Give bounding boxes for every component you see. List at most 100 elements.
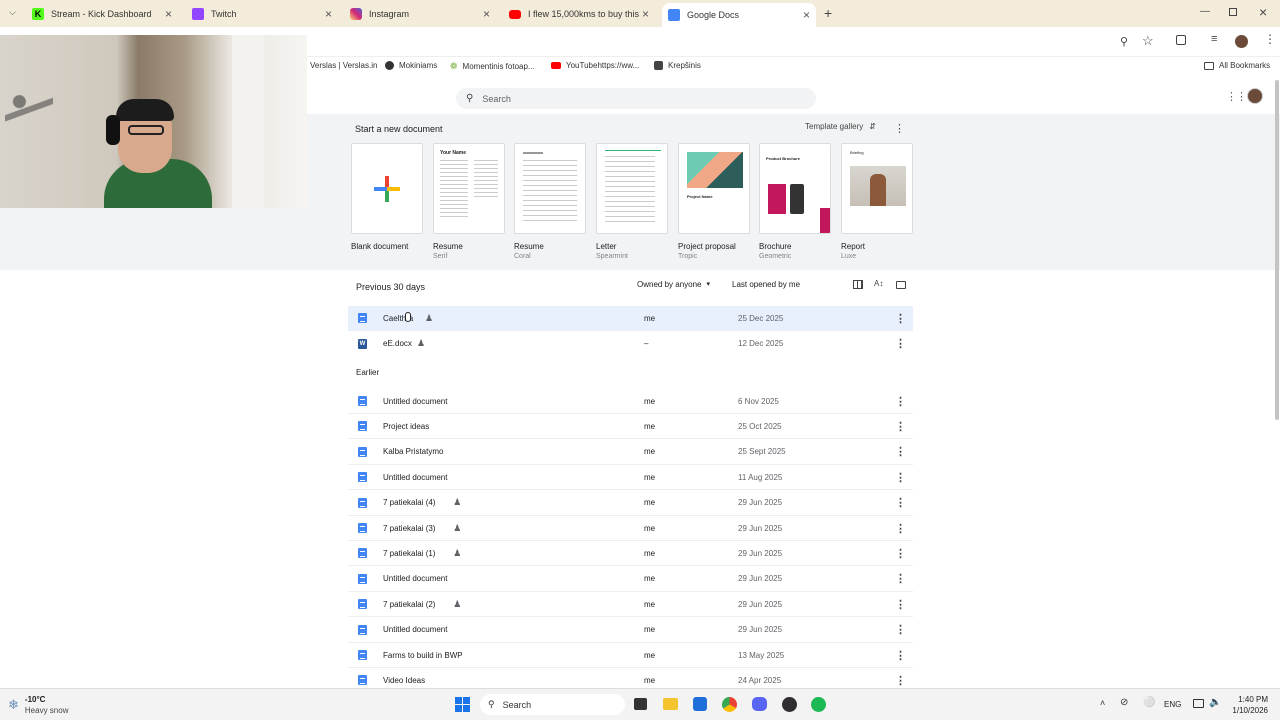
template-more-icon[interactable]: ⋮ <box>894 122 905 135</box>
bookmark-mokiniams[interactable]: Mokiniams <box>385 61 437 70</box>
file-explorer-icon[interactable] <box>663 698 678 710</box>
more-options-icon[interactable]: ⋮ <box>895 547 906 560</box>
document-row[interactable]: 7 patiekalai (2) ♟ me 29 Jun 2025 ⋮ <box>348 592 913 618</box>
bookmark-youtube[interactable]: YouTubehttps://ww... <box>551 61 639 70</box>
document-row[interactable]: Project ideas me 25 Oct 2025 ⋮ <box>348 414 913 440</box>
google-doc-icon <box>358 599 367 610</box>
weather-widget[interactable]: ❄ -10°C Heavy snow <box>8 694 68 716</box>
more-options-icon[interactable]: ⋮ <box>895 522 906 535</box>
close-tab-icon[interactable]: × <box>642 7 649 21</box>
more-options-icon[interactable]: ⋮ <box>895 572 906 585</box>
chrome-icon[interactable] <box>722 697 737 712</box>
more-options-icon[interactable]: ⋮ <box>895 598 906 611</box>
template-project-proposal[interactable]: Project Name Project proposal Tropic <box>678 143 750 260</box>
document-row[interactable]: Untitled document me 6 Nov 2025 ⋮ <box>348 389 913 414</box>
youtube-icon <box>509 9 521 19</box>
taskbar-search[interactable]: ⚲ Search <box>480 694 625 715</box>
spotify-icon[interactable] <box>811 697 826 712</box>
template-thumbnail[interactable]: Project Name <box>678 143 750 234</box>
grid-view-icon[interactable] <box>853 280 863 289</box>
document-row[interactable]: 7 patiekalai (1) ♟ me 29 Jun 2025 ⋮ <box>348 541 913 567</box>
document-row[interactable]: Untitled document me 11 Aug 2025 ⋮ <box>348 465 913 491</box>
template-gallery-button[interactable]: Template gallery ⇵ <box>805 122 876 131</box>
sort-az-icon[interactable]: A↕ <box>874 279 883 288</box>
sort-by-label[interactable]: Last opened by me <box>732 280 800 289</box>
profile-avatar[interactable] <box>1235 35 1248 48</box>
template-resume-serif[interactable]: Your Name Resume Serif <box>433 143 505 260</box>
document-row[interactable]: Kalba Pristatymo me 25 Sept 2025 ⋮ <box>348 440 913 465</box>
document-row[interactable]: Caelthra ♟ me 25 Dec 2025 ⋮ <box>348 306 913 331</box>
bookmark-verslas[interactable]: Verslas | Verslas.in <box>310 61 377 70</box>
more-options-icon[interactable]: ⋮ <box>895 420 906 433</box>
more-options-icon[interactable]: ⋮ <box>895 445 906 458</box>
document-row[interactable]: 7 patiekalai (3) ♟ me 29 Jun 2025 ⋮ <box>348 516 913 541</box>
more-options-icon[interactable]: ⋮ <box>895 337 906 350</box>
template-thumbnail[interactable]: Product Brochure <box>759 143 831 234</box>
google-doc-icon <box>358 523 367 533</box>
language-indicator[interactable]: ENG <box>1164 700 1181 709</box>
microphone-icon[interactable]: ⚪ <box>1143 697 1155 708</box>
more-options-icon[interactable]: ⋮ <box>895 623 906 636</box>
document-row[interactable]: W eE.docx ♟ – 12 Dec 2025 ⋮ <box>348 331 913 356</box>
tab-kick[interactable]: K Stream - Kick Dashboard × <box>28 4 178 24</box>
all-bookmarks[interactable]: All Bookmarks <box>1204 61 1270 70</box>
more-options-icon[interactable]: ⋮ <box>895 496 906 509</box>
close-tab-icon[interactable]: × <box>325 7 332 21</box>
folder-picker-icon[interactable] <box>896 281 906 289</box>
store-icon[interactable] <box>693 697 707 711</box>
volume-icon[interactable]: 🔈 <box>1209 697 1221 708</box>
template-brochure[interactable]: Product Brochure Brochure Geometric <box>759 143 831 260</box>
google-doc-icon <box>358 650 367 660</box>
discord-icon[interactable] <box>752 697 767 711</box>
tab-instagram[interactable]: Instagram × <box>346 4 496 24</box>
more-options-icon[interactable]: ⋮ <box>895 674 906 687</box>
template-thumbnail[interactable]: Your Name <box>433 143 505 234</box>
template-resume-coral[interactable]: Resume Coral <box>514 143 586 260</box>
bookmark-krepsinis[interactable]: Krepšinis <box>654 61 701 70</box>
plus-icon <box>374 175 400 202</box>
network-icon[interactable]: ⊘ <box>1120 697 1128 708</box>
template-thumbnail[interactable] <box>596 143 668 234</box>
template-thumbnail[interactable] <box>351 143 423 234</box>
minimize-icon[interactable]: — <box>1200 6 1210 17</box>
restore-icon[interactable] <box>1229 8 1237 16</box>
template-thumbnail[interactable]: Briefing <box>841 143 913 234</box>
task-view-icon[interactable] <box>634 698 647 710</box>
tab-list-chevron-icon[interactable]: ⌵ <box>9 7 16 18</box>
document-row[interactable]: 7 patiekalai (4) ♟ me 29 Jun 2025 ⋮ <box>348 491 913 516</box>
reading-list-icon[interactable]: ≡ <box>1211 33 1217 45</box>
template-blank[interactable]: Blank document <box>351 143 423 251</box>
document-row[interactable]: Untitled document me 29 Jun 2025 ⋮ <box>348 618 913 643</box>
account-avatar[interactable] <box>1247 88 1263 104</box>
tray-chevron-icon[interactable]: ˄ <box>1100 698 1105 708</box>
close-tab-icon[interactable]: × <box>165 7 172 21</box>
owned-by-filter[interactable]: Owned by anyone ▾ <box>637 280 710 289</box>
template-thumbnail[interactable] <box>514 143 586 234</box>
close-window-icon[interactable]: × <box>1259 4 1267 20</box>
bookmark-momentinis[interactable]: ❁ Momentinis fotoap... <box>450 61 535 72</box>
tab-twitch[interactable]: Twitch × <box>188 4 338 24</box>
tab-youtube[interactable]: I flew 15,000kms to buy this JD × <box>505 4 655 24</box>
extensions-icon[interactable] <box>1176 35 1186 45</box>
clock[interactable]: 1:40 PM 1/10/2026 <box>1228 694 1268 716</box>
zoom-icon[interactable]: ⚲ <box>1120 35 1128 48</box>
close-tab-icon[interactable]: × <box>803 8 810 22</box>
obs-icon[interactable] <box>782 697 797 712</box>
more-options-icon[interactable]: ⋮ <box>895 649 906 662</box>
tab-google-docs[interactable]: Google Docs × <box>662 3 816 27</box>
more-options-icon[interactable]: ⋮ <box>895 312 906 325</box>
start-windows-icon[interactable] <box>455 697 470 712</box>
more-options-icon[interactable]: ⋮ <box>895 471 906 484</box>
bookmark-star-icon[interactable]: ☆ <box>1142 33 1154 49</box>
document-row[interactable]: Farms to build in BWP me 13 May 2025 ⋮ <box>348 643 913 668</box>
page-scrollbar[interactable] <box>1275 80 1279 420</box>
template-letter[interactable]: Letter Spearmint <box>596 143 668 260</box>
template-report[interactable]: Briefing Report Luxe <box>841 143 913 260</box>
close-tab-icon[interactable]: × <box>483 7 490 21</box>
display-icon[interactable] <box>1193 699 1204 708</box>
browser-menu-icon[interactable]: ⋮ <box>1264 32 1276 46</box>
search-input[interactable]: ⚲ Search <box>456 88 816 109</box>
new-tab-button[interactable]: + <box>824 5 832 21</box>
more-options-icon[interactable]: ⋮ <box>895 395 906 408</box>
document-row[interactable]: Untitled document me 29 Jun 2025 ⋮ <box>348 567 913 592</box>
